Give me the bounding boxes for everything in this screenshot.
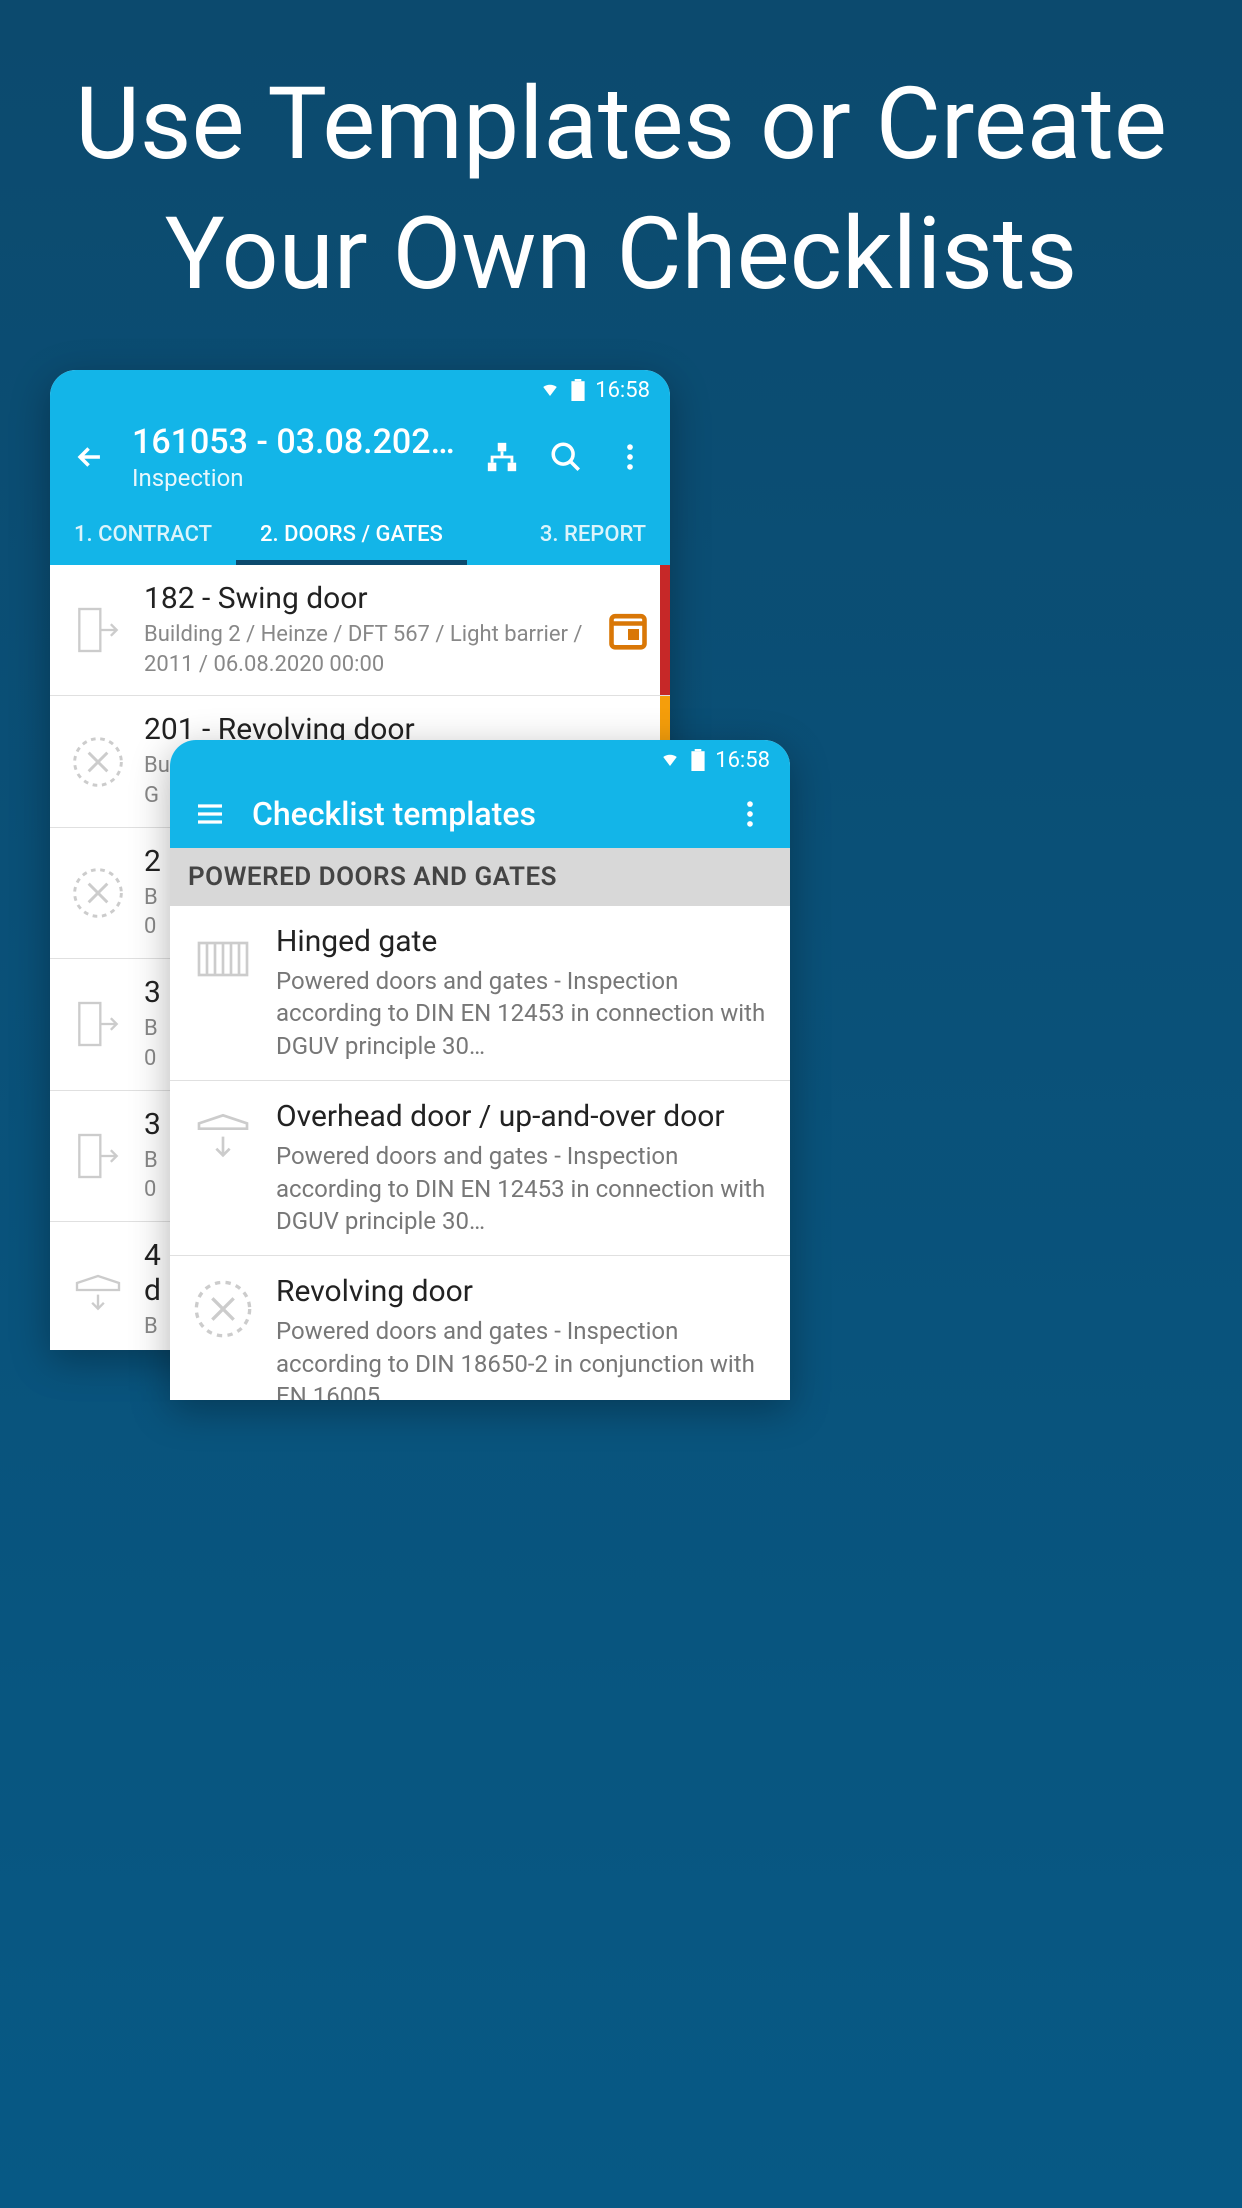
x-circle-icon — [68, 732, 128, 792]
templates-list: Hinged gate Powered doors and gates - In… — [170, 906, 790, 1400]
template-item[interactable]: Revolving door Powered doors and gates -… — [170, 1256, 790, 1400]
app-bar-title: Checklist templates — [252, 795, 708, 833]
more-button[interactable] — [728, 792, 772, 836]
overhead-icon — [188, 1099, 258, 1169]
door-icon — [68, 600, 128, 660]
tab-contract[interactable]: 1. CONTRACT — [50, 504, 236, 565]
hero-title: Use Templates or Create Your Own Checkli… — [0, 0, 1242, 320]
battery-icon — [571, 379, 585, 401]
status-bar: 16:58 — [170, 740, 790, 780]
app-bar-title: 161053 - 03.08.202… — [132, 422, 460, 462]
template-sub: Powered doors and gates - Inspection acc… — [276, 965, 772, 1062]
gate-icon — [188, 924, 258, 994]
overhead-icon — [68, 1260, 128, 1320]
templates-screen: 16:58 Checklist templates POWERED DOORS … — [170, 740, 790, 1400]
template-title: Hinged gate — [276, 924, 772, 959]
status-time: 16:58 — [715, 748, 770, 773]
status-time: 16:58 — [595, 378, 650, 403]
section-header: POWERED DOORS AND GATES — [170, 848, 790, 906]
status-bar-color — [660, 565, 670, 695]
hierarchy-button[interactable] — [480, 435, 524, 479]
x-circle-icon — [188, 1274, 258, 1344]
template-sub: Powered doors and gates - Inspection acc… — [276, 1140, 772, 1237]
x-circle-icon — [68, 863, 128, 923]
template-item[interactable]: Hinged gate Powered doors and gates - In… — [170, 906, 790, 1081]
list-sub: Building 2 / Heinze / DFT 567 / Light ba… — [144, 620, 590, 679]
menu-button[interactable] — [188, 792, 232, 836]
door-icon — [68, 1126, 128, 1186]
wifi-icon — [539, 381, 561, 399]
template-title: Overhead door / up-and-over door — [276, 1099, 772, 1134]
tab-report[interactable]: 3. REPORT — [516, 504, 670, 565]
app-bar-subtitle: Inspection — [132, 464, 460, 492]
template-item[interactable]: Overhead door / up-and-over door Powered… — [170, 1081, 790, 1256]
wifi-icon — [659, 751, 681, 769]
app-bar: Checklist templates — [170, 780, 790, 848]
battery-icon — [691, 749, 705, 771]
template-sub: Powered doors and gates - Inspection acc… — [276, 1315, 772, 1400]
list-item[interactable]: 182 - Swing door Building 2 / Heinze / D… — [50, 565, 670, 696]
more-button[interactable] — [608, 435, 652, 479]
template-title: Revolving door — [276, 1274, 772, 1309]
door-icon — [68, 994, 128, 1054]
list-title: 182 - Swing door — [144, 581, 590, 616]
tabs: 1. CONTRACT 2. DOORS / GATES 3. REPORT — [50, 504, 670, 565]
status-bar: 16:58 — [50, 370, 670, 410]
search-button[interactable] — [544, 435, 588, 479]
calendar-icon — [606, 607, 652, 653]
app-bar: 161053 - 03.08.202… Inspection — [50, 410, 670, 504]
tab-doors[interactable]: 2. DOORS / GATES — [236, 504, 467, 565]
back-button[interactable] — [68, 435, 112, 479]
